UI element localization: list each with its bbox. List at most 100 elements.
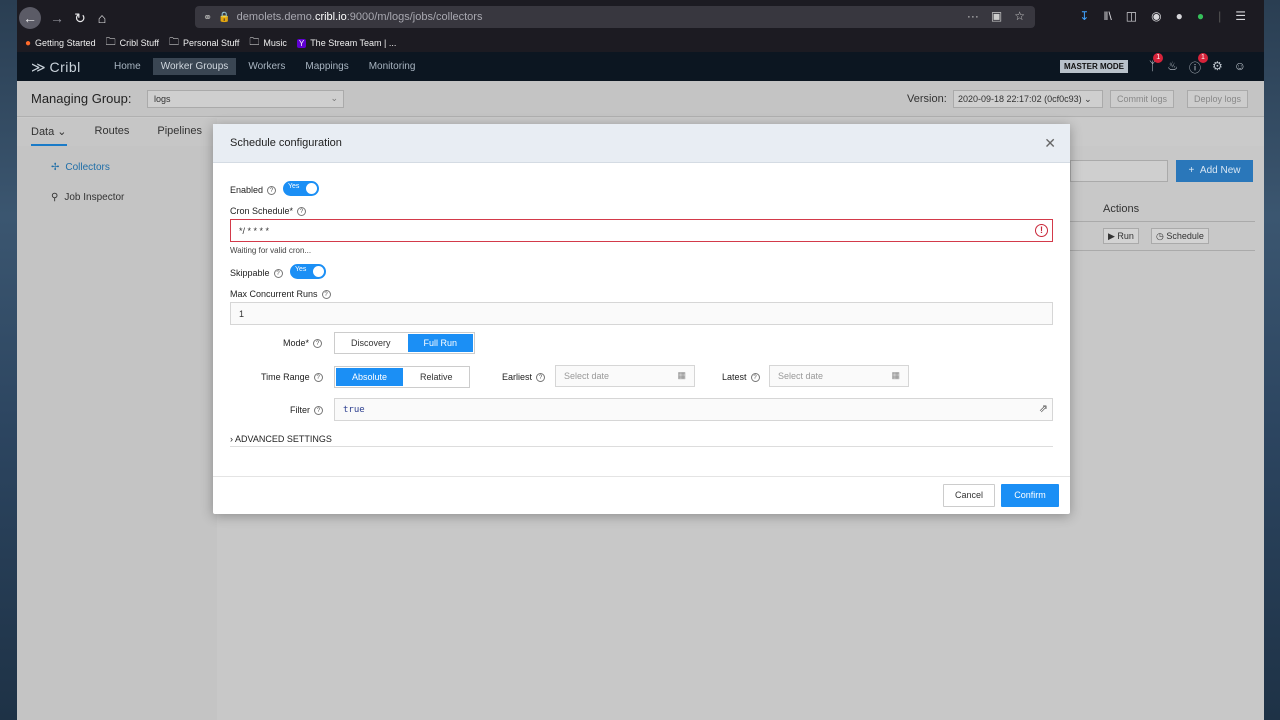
cron-schedule-label: Cron Schedule*? bbox=[230, 206, 307, 216]
mode-option-full-run[interactable]: Full Run bbox=[407, 334, 474, 352]
sidebar: ✢ Collectors ⚲ Job Inspector bbox=[17, 146, 217, 720]
commit-button[interactable]: Commit logs bbox=[1110, 90, 1175, 108]
firefox-icon: ● bbox=[25, 37, 32, 49]
run-button[interactable]: ▶ Run bbox=[1103, 228, 1139, 244]
divider bbox=[230, 446, 1053, 447]
help-icon[interactable]: ? bbox=[273, 268, 283, 278]
bookmark-folder[interactable]: 🗀 Music bbox=[249, 35, 287, 52]
insecure-lock-icon[interactable]: 🔒 bbox=[218, 12, 230, 23]
pocket-icon[interactable]: ▣ bbox=[991, 9, 1002, 23]
account-icon[interactable]: ◉ bbox=[1151, 9, 1161, 23]
modal-header: Schedule configuration ✕ bbox=[213, 124, 1070, 163]
user-icon[interactable]: ☺ bbox=[1234, 59, 1246, 76]
back-arrow-icon[interactable]: ← bbox=[19, 7, 41, 29]
max-concurrent-runs-input[interactable]: 1 bbox=[230, 302, 1053, 325]
git-branch-icon[interactable]: ᛉ1 bbox=[1149, 53, 1164, 76]
cron-hint: Waiting for valid cron... bbox=[230, 246, 312, 255]
sub-nav: Data ⌄ Routes Pipelines bbox=[17, 118, 217, 146]
info-icon[interactable]: ● bbox=[1176, 9, 1183, 23]
help-icon[interactable]: ? bbox=[267, 185, 277, 195]
chevron-down-icon: ⌄ bbox=[330, 93, 338, 103]
managing-group-bar: Managing Group: logs ⌄ Version: 2020-09-1… bbox=[17, 81, 1264, 117]
bookmark-folder[interactable]: 🗀 Cribl Stuff bbox=[106, 35, 159, 52]
sidebar-item-collectors[interactable]: ✢ Collectors bbox=[51, 162, 110, 173]
search-input[interactable] bbox=[1070, 160, 1168, 182]
bookmark-item[interactable]: ● Getting Started bbox=[25, 38, 96, 49]
add-new-button[interactable]: + Add New bbox=[1176, 160, 1253, 182]
search-icon: ⚲ bbox=[51, 192, 59, 203]
bookmark-star-icon[interactable]: ☆ bbox=[1014, 9, 1025, 23]
collectors-icon: ✢ bbox=[51, 162, 60, 173]
advanced-settings-toggle[interactable]: › ADVANCED SETTINGS bbox=[230, 434, 332, 444]
time-range-segmented-control: Absolute Relative bbox=[334, 366, 470, 388]
cancel-button[interactable]: Cancel bbox=[943, 484, 995, 507]
bookmarks-bar: ● Getting Started 🗀 Cribl Stuff 🗀 Personal … bbox=[17, 34, 1264, 52]
close-icon[interactable]: ✕ bbox=[1044, 135, 1056, 152]
filter-input[interactable]: true ⇗ bbox=[334, 398, 1053, 421]
time-range-option-relative[interactable]: Relative bbox=[404, 367, 469, 387]
tab-routes[interactable]: Routes bbox=[95, 125, 130, 146]
mode-segmented-control: Discovery Full Run bbox=[334, 332, 476, 354]
nav-workers[interactable]: Workers bbox=[240, 58, 293, 75]
enabled-toggle[interactable]: Yes bbox=[283, 181, 319, 196]
earliest-date-input[interactable]: Select date ▦ bbox=[555, 365, 695, 387]
tab-pipelines[interactable]: Pipelines bbox=[157, 125, 202, 146]
actions-column-header: Actions bbox=[1103, 203, 1140, 215]
desktop-background-left bbox=[0, 0, 17, 720]
bookmark-item[interactable]: Y The Stream Team | ... bbox=[296, 38, 396, 48]
help-icon[interactable]: ? bbox=[321, 289, 331, 299]
nav-worker-groups[interactable]: Worker Groups bbox=[152, 58, 237, 75]
managing-group-label: Managing Group: bbox=[31, 91, 132, 106]
confirm-button[interactable]: Confirm bbox=[1001, 484, 1059, 507]
hamburger-menu-icon[interactable]: ☰ bbox=[1235, 9, 1246, 23]
deploy-button[interactable]: Deploy logs bbox=[1187, 90, 1249, 108]
folder-icon: 🗀 bbox=[105, 36, 116, 48]
expand-editor-icon[interactable]: ⇗ bbox=[1039, 402, 1048, 415]
filter-label: Filter? bbox=[290, 405, 323, 415]
group-select[interactable]: logs ⌄ bbox=[147, 90, 344, 108]
nav-monitoring[interactable]: Monitoring bbox=[361, 58, 424, 75]
cron-schedule-input[interactable]: */ * * * * ! bbox=[230, 219, 1053, 242]
help-icon[interactable]: ? bbox=[313, 338, 323, 348]
schedule-button[interactable]: ◷ Schedule bbox=[1151, 228, 1209, 244]
folder-icon: 🗀 bbox=[168, 36, 179, 48]
url-text: demolets.demo.cribl.io:9000/m/logs/jobs/… bbox=[236, 11, 483, 23]
reload-icon[interactable]: ↻ bbox=[69, 7, 91, 29]
desktop-background-right bbox=[1264, 0, 1280, 720]
mode-option-discovery[interactable]: Discovery bbox=[335, 333, 407, 353]
latest-date-input[interactable]: Select date ▦ bbox=[769, 365, 909, 387]
help-icon[interactable]: ? bbox=[536, 372, 546, 382]
nav-mappings[interactable]: Mappings bbox=[297, 58, 356, 75]
version-select[interactable]: 2020-09-18 22:17:02 (0cf0c93) ⌄ bbox=[953, 90, 1103, 108]
gear-icon[interactable]: ⚙ bbox=[1212, 59, 1223, 76]
yahoo-icon: Y bbox=[296, 38, 307, 48]
mode-badge: MASTER MODE bbox=[1060, 60, 1128, 73]
help-icon[interactable]: ? bbox=[313, 372, 323, 382]
help-icon[interactable]: ? bbox=[750, 372, 760, 382]
time-range-label: Time Range? bbox=[261, 372, 323, 382]
help-icon[interactable]: ⓘ 1 bbox=[1189, 53, 1208, 76]
sidebar-icon[interactable]: ◫ bbox=[1126, 9, 1137, 23]
help-icon[interactable]: ? bbox=[297, 206, 307, 216]
nav-home[interactable]: Home bbox=[106, 58, 149, 75]
cribl-logo[interactable]: ≫ Cribl bbox=[31, 59, 81, 76]
modal-title: Schedule configuration bbox=[230, 137, 342, 149]
bell-icon[interactable]: ♨ bbox=[1167, 59, 1178, 76]
page-actions-icon[interactable]: ··· bbox=[967, 9, 979, 23]
tracking-shield-icon[interactable]: ⚭ bbox=[203, 11, 212, 24]
home-icon[interactable]: ⌂ bbox=[91, 7, 113, 29]
library-icon[interactable]: ‖\ bbox=[1103, 9, 1111, 23]
time-range-option-absolute[interactable]: Absolute bbox=[336, 368, 404, 386]
max-concurrent-runs-label: Max Concurrent Runs? bbox=[230, 289, 331, 299]
schedule-modal: Schedule configuration ✕ Enabled? Yes Cr… bbox=[213, 124, 1070, 514]
forward-arrow-icon[interactable]: → bbox=[46, 7, 68, 29]
sidebar-item-job-inspector[interactable]: ⚲ Job Inspector bbox=[51, 192, 124, 203]
download-icon[interactable]: ↧ bbox=[1079, 9, 1089, 23]
tab-data[interactable]: Data ⌄ bbox=[31, 125, 67, 146]
bookmark-folder[interactable]: 🗀 Personal Stuff bbox=[169, 35, 239, 52]
notification-badge: 1 bbox=[1197, 53, 1208, 63]
url-bar[interactable]: ⚭ 🔒 demolets.demo.cribl.io:9000/m/logs/j… bbox=[195, 6, 1035, 28]
help-icon[interactable]: ? bbox=[314, 405, 323, 415]
evernote-icon[interactable]: ● bbox=[1197, 9, 1204, 23]
skippable-toggle[interactable]: Yes bbox=[290, 264, 326, 279]
